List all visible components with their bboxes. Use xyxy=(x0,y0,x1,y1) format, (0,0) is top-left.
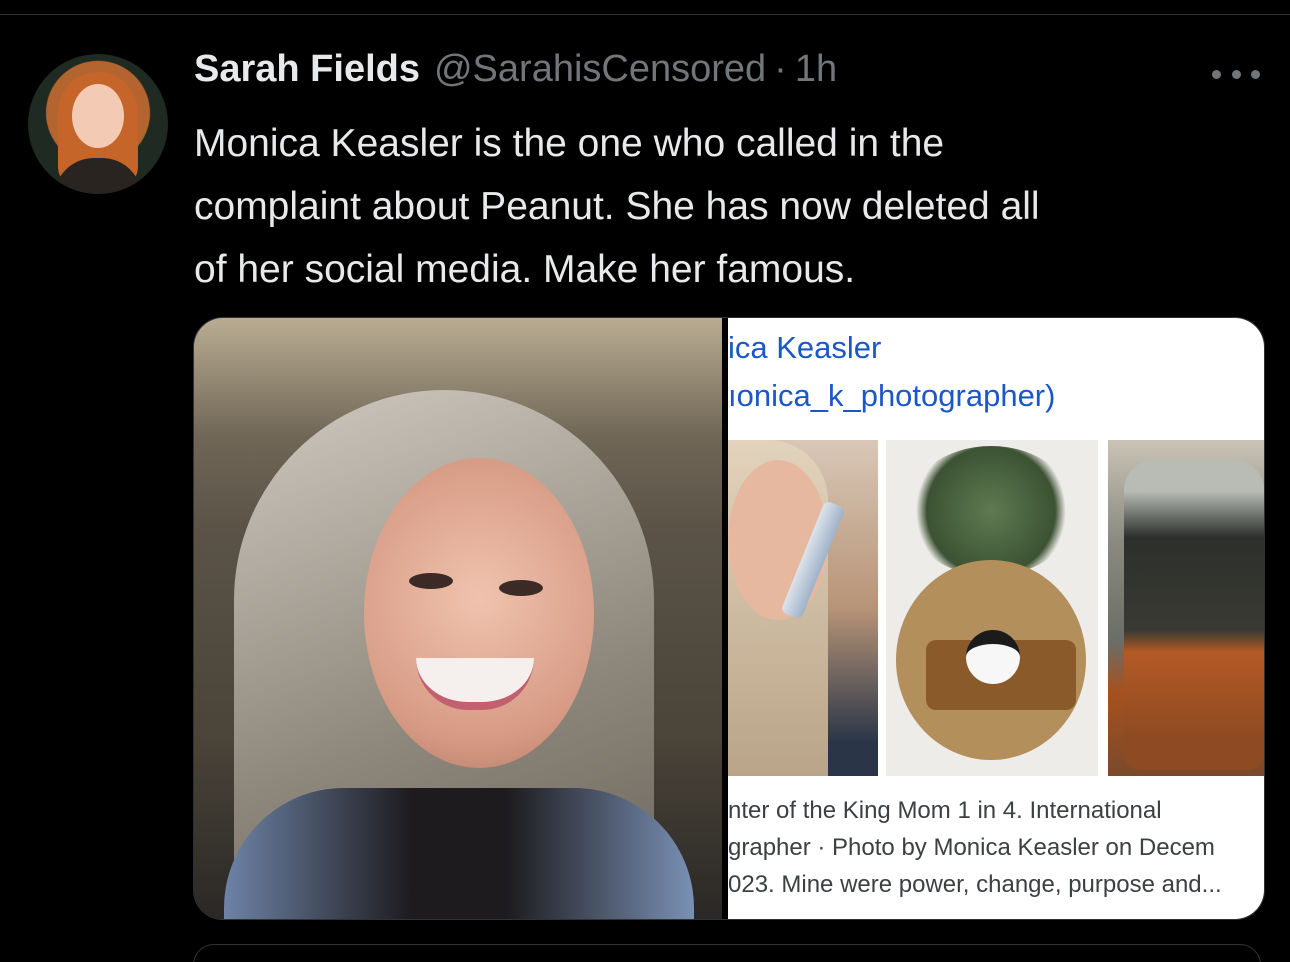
next-embedded-card[interactable] xyxy=(193,944,1261,962)
more-horizontal-icon xyxy=(1212,69,1221,79)
caption-line: nter of the King Mom 1 in 4. Internation… xyxy=(728,797,1162,824)
tweet-time[interactable]: 1h xyxy=(795,48,837,91)
more-horizontal-icon-dot xyxy=(1251,69,1260,79)
screenshot-caption: nter of the King Mom 1 in 4. Internation… xyxy=(728,792,1264,903)
thumbnail-selfie xyxy=(728,440,878,776)
more-options-button[interactable] xyxy=(1212,60,1260,88)
screenshot-profile-handle: ıonica_k_photographer) xyxy=(728,378,1056,413)
media-image-right[interactable]: ica Keasler ıonica_k_photographer) nter … xyxy=(728,318,1264,919)
thumbnail-jar xyxy=(1108,440,1264,776)
more-horizontal-icon-dot xyxy=(1231,69,1241,79)
tweet-header: Sarah Fields @SarahisCensored · 1h xyxy=(194,48,837,100)
tweet-text: Monica Keasler is the one who called in … xyxy=(194,112,1264,301)
photo-shirt xyxy=(224,788,694,919)
avatar-face xyxy=(72,84,124,148)
tweet-media[interactable]: ica Keasler ıonica_k_photographer) nter … xyxy=(193,317,1265,920)
separator-dot: · xyxy=(774,48,787,90)
caption-line: grapher · Photo by Monica Keasler on Dec… xyxy=(728,834,1215,861)
caption-line: 023. Mine were power, change, purpose an… xyxy=(728,871,1222,898)
divider xyxy=(0,14,1290,15)
photo-face xyxy=(364,458,594,768)
timeline: Sarah Fields @SarahisCensored · 1h Monic… xyxy=(0,0,1290,962)
screenshot-profile-name: ica Keasler xyxy=(728,330,882,365)
photo-eye xyxy=(499,580,543,596)
thumb-bowl xyxy=(966,630,1020,684)
tweet-text-line: of her social media. Make her famous. xyxy=(194,248,856,291)
thumbnail-tabletop xyxy=(886,440,1098,776)
tweet-text-line: complaint about Peanut. She has now dele… xyxy=(194,185,1040,228)
thumb-plant xyxy=(906,446,1076,576)
media-image-left[interactable] xyxy=(194,318,722,919)
author-handle[interactable]: @SarahisCensored xyxy=(434,48,766,91)
tweet-text-line: Monica Keasler is the one who called in … xyxy=(194,122,945,165)
author-display-name[interactable]: Sarah Fields xyxy=(194,48,420,91)
avatar[interactable] xyxy=(28,54,168,194)
thumb-jar xyxy=(1124,460,1264,770)
photo-eye xyxy=(409,573,453,589)
